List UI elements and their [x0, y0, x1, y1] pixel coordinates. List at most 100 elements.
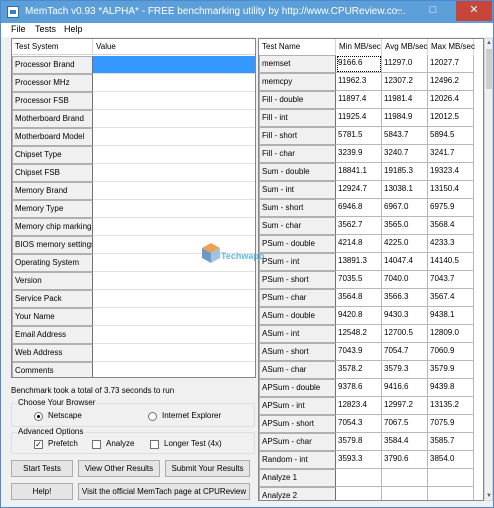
menu-tests[interactable]: Tests: [35, 24, 56, 34]
result-row[interactable]: Fill - char 3239.9 3240.7 3241.7: [259, 145, 483, 163]
result-test-name[interactable]: ASum - double: [259, 307, 336, 325]
visit-memtach-page-button[interactable]: Visit the official MemTach page at CPURe…: [78, 483, 250, 500]
system-row-value[interactable]: [93, 344, 255, 362]
result-test-name[interactable]: Analyze 2: [259, 487, 336, 500]
result-row[interactable]: Random - int 3593.3 3790.6 3854.0: [259, 451, 483, 469]
result-row[interactable]: Sum - double 18841.1 19185.3 19323.4: [259, 163, 483, 181]
system-row-label[interactable]: Web Address: [12, 344, 93, 362]
result-min-value[interactable]: 3562.7: [336, 217, 382, 235]
result-row[interactable]: Fill - int 11925.4 11984.9 12012.5: [259, 109, 483, 127]
result-max-value[interactable]: 3585.7: [428, 433, 474, 451]
result-min-value[interactable]: [336, 487, 382, 500]
start-tests-button[interactable]: Start Tests: [11, 460, 73, 477]
system-row-value[interactable]: [93, 290, 255, 308]
result-avg-value[interactable]: 7054.7: [382, 343, 428, 361]
scroll-down-icon[interactable]: ▼: [486, 493, 492, 499]
scroll-up-icon[interactable]: ▲: [486, 40, 492, 46]
result-avg-value[interactable]: 13038.1: [382, 181, 428, 199]
system-row-value[interactable]: [93, 110, 255, 128]
view-other-results-button[interactable]: View Other Results: [78, 460, 160, 477]
result-max-value[interactable]: 12809.0: [428, 325, 474, 343]
system-row-label[interactable]: Chipset Type: [12, 146, 93, 164]
result-max-value[interactable]: 12027.7: [428, 55, 474, 73]
scroll-thumb[interactable]: [486, 49, 492, 89]
result-avg-value[interactable]: 9416.6: [382, 379, 428, 397]
result-max-value[interactable]: [428, 469, 474, 487]
result-min-value[interactable]: 9166.6: [336, 55, 382, 73]
prefetch-checkbox[interactable]: ✓: [34, 440, 43, 449]
result-row[interactable]: PSum - double 4214.8 4225.0 4233.3: [259, 235, 483, 253]
result-avg-value[interactable]: 14047.4: [382, 253, 428, 271]
result-row[interactable]: Analyze 2: [259, 487, 483, 500]
system-row-value[interactable]: [93, 164, 255, 182]
system-row-label[interactable]: BIOS memory settings: [12, 236, 93, 254]
system-row-label[interactable]: Memory chip markings: [12, 218, 93, 236]
result-test-name[interactable]: Random - int: [259, 451, 336, 469]
result-row[interactable]: APSum - char 3579.8 3584.4 3585.7: [259, 433, 483, 451]
result-test-name[interactable]: Fill - int: [259, 109, 336, 127]
result-avg-value[interactable]: 12307.2: [382, 73, 428, 91]
result-avg-value[interactable]: 11297.0: [382, 55, 428, 73]
result-min-value[interactable]: 11962.3: [336, 73, 382, 91]
system-row-label[interactable]: Memory Type: [12, 200, 93, 218]
system-row-label[interactable]: Motherboard Model: [12, 128, 93, 146]
result-test-name[interactable]: Fill - double: [259, 91, 336, 109]
longer-test-label[interactable]: Longer Test (4x): [164, 439, 222, 448]
result-test-name[interactable]: APSum - double: [259, 379, 336, 397]
result-row[interactable]: ASum - double 9420.8 9430.3 9438.1: [259, 307, 483, 325]
header-test-name[interactable]: Test Name: [259, 39, 336, 54]
result-avg-value[interactable]: [382, 469, 428, 487]
result-avg-value[interactable]: 3240.7: [382, 145, 428, 163]
result-avg-value[interactable]: 11981.4: [382, 91, 428, 109]
system-row[interactable]: Chipset Type: [12, 146, 255, 164]
result-row[interactable]: memcpy 11962.3 12307.2 12496.2: [259, 73, 483, 91]
result-min-value[interactable]: 11897.4: [336, 91, 382, 109]
result-min-value[interactable]: 7043.9: [336, 343, 382, 361]
system-row-label[interactable]: Comments: [12, 362, 93, 377]
result-avg-value[interactable]: 12700.5: [382, 325, 428, 343]
result-min-value[interactable]: 3564.8: [336, 289, 382, 307]
submit-results-button[interactable]: Submit Your Results: [165, 460, 250, 477]
system-row-value[interactable]: [93, 56, 255, 74]
result-avg-value[interactable]: 3566.3: [382, 289, 428, 307]
result-avg-value[interactable]: 6967.0: [382, 199, 428, 217]
result-min-value[interactable]: 12548.2: [336, 325, 382, 343]
system-row-value[interactable]: [93, 272, 255, 290]
result-test-name[interactable]: memset: [259, 55, 336, 73]
result-test-name[interactable]: ASum - int: [259, 325, 336, 343]
result-avg-value[interactable]: 11984.9: [382, 109, 428, 127]
internet-explorer-radio[interactable]: [148, 412, 157, 421]
maximize-button[interactable]: □: [419, 1, 447, 21]
result-row[interactable]: memset 9166.6 11297.0 12027.7: [259, 55, 483, 73]
system-row-label[interactable]: Processor Brand: [12, 56, 93, 74]
result-min-value[interactable]: 18841.1: [336, 163, 382, 181]
result-avg-value[interactable]: 12997.2: [382, 397, 428, 415]
system-row[interactable]: Memory chip markings: [12, 218, 255, 236]
system-row[interactable]: Web Address: [12, 344, 255, 362]
result-max-value[interactable]: 7060.9: [428, 343, 474, 361]
result-max-value[interactable]: 3241.7: [428, 145, 474, 163]
system-row[interactable]: Version: [12, 272, 255, 290]
result-min-value[interactable]: 3578.2: [336, 361, 382, 379]
result-row[interactable]: Sum - int 12924.7 13038.1 13150.4: [259, 181, 483, 199]
system-row[interactable]: Email Address: [12, 326, 255, 344]
analyze-label[interactable]: Analyze: [106, 439, 134, 448]
header-min[interactable]: Min MB/sec: [336, 39, 382, 54]
header-value[interactable]: Value: [93, 39, 255, 54]
result-min-value[interactable]: 12924.7: [336, 181, 382, 199]
system-row-label[interactable]: Processor FSB: [12, 92, 93, 110]
system-row-label[interactable]: Operating System: [12, 254, 93, 272]
result-row[interactable]: ASum - short 7043.9 7054.7 7060.9: [259, 343, 483, 361]
system-row-label[interactable]: Email Address: [12, 326, 93, 344]
result-max-value[interactable]: 12496.2: [428, 73, 474, 91]
system-row[interactable]: Motherboard Brand: [12, 110, 255, 128]
header-test-system[interactable]: Test System: [12, 39, 93, 54]
system-row-value[interactable]: [93, 182, 255, 200]
system-row[interactable]: Memory Brand: [12, 182, 255, 200]
result-max-value[interactable]: 7075.9: [428, 415, 474, 433]
result-min-value[interactable]: 7054.3: [336, 415, 382, 433]
system-row-label[interactable]: Version: [12, 272, 93, 290]
result-min-value[interactable]: 11925.4: [336, 109, 382, 127]
internet-explorer-label[interactable]: Internet Explorer: [162, 411, 221, 420]
result-avg-value[interactable]: 19185.3: [382, 163, 428, 181]
